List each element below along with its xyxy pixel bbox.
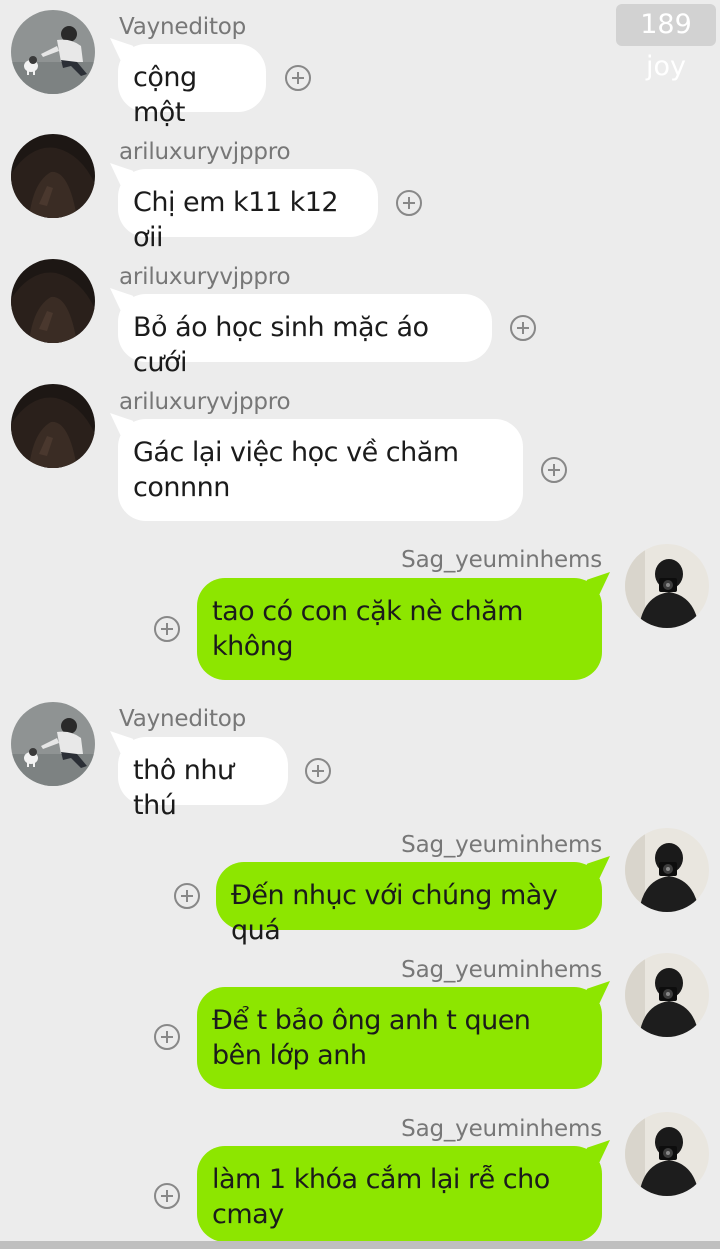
message-bubble[interactable]: thô như thú <box>118 737 288 821</box>
cat-photo-avatar[interactable] <box>11 702 95 786</box>
sender-name: Vayneditop <box>119 14 247 40</box>
add-reaction-icon[interactable] <box>285 65 311 91</box>
message-text: Đến nhục với chúng mày quá <box>231 880 558 946</box>
message-text: Để t bảo ông anh t quen bên lớp anh <box>212 1005 531 1071</box>
message-text: Chị em k11 k12 ơii <box>133 187 339 253</box>
dark-photo-avatar[interactable] <box>11 259 95 343</box>
add-reaction-icon[interactable] <box>541 457 567 483</box>
add-reaction-icon[interactable] <box>174 883 200 909</box>
sender-name: Vayneditop <box>119 706 247 732</box>
sender-name: Sag_yeuminhems <box>401 547 602 573</box>
message-bubble[interactable]: làm 1 khóa cắm lại rễ cho cmay <box>197 1146 602 1242</box>
message-text: tao có con cặk nè chăm không <box>212 596 523 662</box>
message-text: cộng một <box>133 62 197 128</box>
message-bubble[interactable]: cộng một <box>118 44 266 128</box>
bottom-divider <box>0 1241 720 1249</box>
add-reaction-icon[interactable] <box>154 616 180 642</box>
message-text: Bỏ áo học sinh mặc áo cưới <box>133 312 429 378</box>
joy-count-badge: 189 joy <box>616 4 716 82</box>
message-bubble[interactable]: Chị em k11 k12 ơii <box>118 169 378 253</box>
add-reaction-icon[interactable] <box>510 315 536 341</box>
sender-name: Sag_yeuminhems <box>401 1116 602 1142</box>
message-bubble[interactable]: Để t bảo ông anh t quen bên lớp anh <box>197 987 602 1089</box>
cat-photo-avatar[interactable] <box>11 10 95 94</box>
add-reaction-icon[interactable] <box>396 190 422 216</box>
camera-selfie-avatar[interactable] <box>625 544 709 628</box>
sender-name: Sag_yeuminhems <box>401 832 602 858</box>
sender-name: ariluxuryvjppro <box>119 139 291 165</box>
camera-selfie-avatar[interactable] <box>625 1112 709 1196</box>
message-bubble[interactable]: Gác lại việc học về chăm connnn <box>118 419 523 521</box>
dark-photo-avatar[interactable] <box>11 134 95 218</box>
message-text: làm 1 khóa cắm lại rễ cho cmay <box>212 1164 550 1230</box>
camera-selfie-avatar[interactable] <box>625 953 709 1037</box>
add-reaction-icon[interactable] <box>305 758 331 784</box>
message-text: thô như thú <box>133 755 234 821</box>
message-bubble[interactable]: tao có con cặk nè chăm không <box>197 578 602 680</box>
message-text: Gác lại việc học về chăm connnn <box>133 437 459 503</box>
add-reaction-icon[interactable] <box>154 1183 180 1209</box>
sender-name: Sag_yeuminhems <box>401 957 602 983</box>
sender-name: ariluxuryvjppro <box>119 264 291 290</box>
add-reaction-icon[interactable] <box>154 1024 180 1050</box>
message-bubble[interactable]: Bỏ áo học sinh mặc áo cưới <box>118 294 492 378</box>
sender-name: ariluxuryvjppro <box>119 389 291 415</box>
message-bubble[interactable]: Đến nhục với chúng mày quá <box>216 862 602 946</box>
camera-selfie-avatar[interactable] <box>625 828 709 912</box>
dark-photo-avatar[interactable] <box>11 384 95 468</box>
